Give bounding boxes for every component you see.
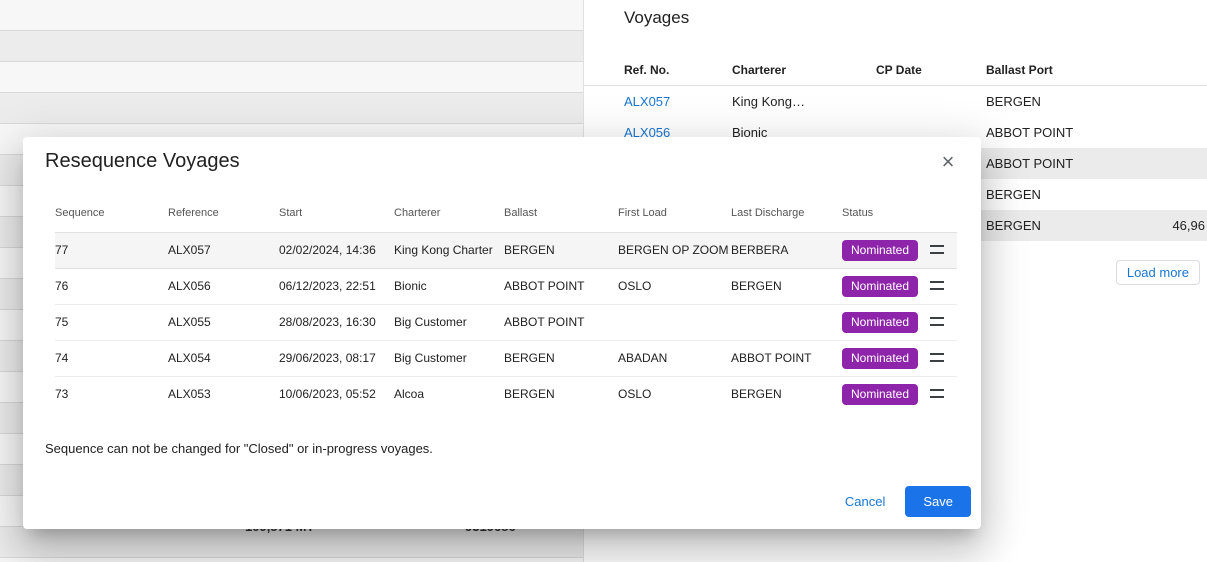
cell-start: 28/08/2023, 16:30 [279,304,394,340]
header-charterer: Charterer [394,194,504,232]
header-charterer: Charterer [732,55,786,86]
voyage-ballast-port: BERGEN [986,210,1041,241]
voyage-ballast-port: BERGEN [986,86,1041,117]
header-ballast-port: Ballast Port [986,55,1053,86]
resequence-header-row: Sequence Reference Start Charterer Balla… [55,194,957,232]
drag-handle-icon[interactable] [930,281,944,290]
voyage-quantity: 46,96 [1172,210,1205,241]
voyage-ref-link[interactable]: ALX057 [624,86,670,117]
header-last-discharge: Last Discharge [731,194,842,232]
header-status: Status [842,194,930,232]
resequence-row[interactable]: 74 ALX054 29/06/2023, 08:17 Big Customer… [55,340,957,376]
voyage-ballast-port: ABBOT POINT [986,148,1073,179]
status-badge: Nominated [842,312,918,333]
cell-first-load: OSLO [618,268,731,304]
cell-last-discharge: BERBERA [731,232,842,268]
cell-sequence: 73 [55,376,168,412]
resequence-row[interactable]: 73 ALX053 10/06/2023, 05:52 Alcoa BERGEN… [55,376,957,412]
drag-handle-icon[interactable] [930,389,944,398]
header-ref-no: Ref. No. [624,55,669,86]
cell-reference: ALX057 [168,232,279,268]
cell-first-load [618,304,731,340]
cell-last-discharge [731,304,842,340]
cell-sequence: 77 [55,232,168,268]
cell-charterer: Big Customer [394,340,504,376]
resequence-voyages-dialog: Resequence Voyages × Sequence Reference … [23,137,981,529]
drag-handle-icon[interactable] [930,353,944,362]
cell-start-link[interactable]: 10/06/2023, 05:52 [279,376,394,412]
cell-ballast: ABBOT POINT [504,304,618,340]
save-button[interactable]: Save [905,486,971,517]
voyages-header-row: Ref. No. Charterer CP Date Ballast Port [584,55,1207,86]
cell-reference: ALX056 [168,268,279,304]
header-start: Start [279,194,394,232]
cell-last-discharge: BERGEN [731,376,842,412]
cell-sequence: 76 [55,268,168,304]
cell-first-load: ABADAN [618,340,731,376]
cell-charterer: Alcoa [394,376,504,412]
header-cp-date: CP Date [876,55,922,86]
header-drag [930,194,957,232]
cancel-button[interactable]: Cancel [833,487,897,516]
drag-handle-icon[interactable] [930,317,944,326]
cell-charterer: Bionic [394,268,504,304]
voyage-ballast-port: BERGEN [986,179,1041,210]
status-badge: Nominated [842,240,918,261]
cell-last-discharge: BERGEN [731,268,842,304]
close-icon[interactable]: × [933,147,963,177]
cell-ballast: BERGEN [504,340,618,376]
voyage-charterer: King Kong… [732,86,805,117]
status-badge: Nominated [842,384,918,405]
header-sequence: Sequence [55,194,168,232]
resequence-row[interactable]: 76 ALX056 06/12/2023, 22:51 Bionic ABBOT… [55,268,957,304]
cell-start: 02/02/2024, 14:36 [279,232,394,268]
voyage-ballast-port: ABBOT POINT [986,117,1073,148]
cell-charterer: Big Customer [394,304,504,340]
cell-charterer: King Kong Charter [394,232,504,268]
cell-first-load: OSLO [618,376,731,412]
cell-sequence: 74 [55,340,168,376]
status-badge: Nominated [842,276,918,297]
status-badge: Nominated [842,348,918,369]
sequence-note: Sequence can not be changed for "Closed"… [45,441,433,456]
dialog-footer: Cancel Save [833,486,971,517]
cell-ballast: BERGEN [504,232,618,268]
header-ballast: Ballast [504,194,618,232]
cell-ballast: BERGEN [504,376,618,412]
voyage-row[interactable]: ALX057 King Kong… BERGEN [584,86,1207,117]
header-first-load: First Load [618,194,731,232]
cell-reference: ALX053 [168,376,279,412]
load-more-button[interactable]: Load more [1116,260,1200,285]
voyages-panel-title: Voyages [624,8,689,28]
cell-sequence: 75 [55,304,168,340]
cell-first-load: BERGEN OP ZOOM [618,232,731,268]
header-reference: Reference [168,194,279,232]
cell-reference: ALX054 [168,340,279,376]
resequence-table: Sequence Reference Start Charterer Balla… [55,194,957,412]
cell-start: 06/12/2023, 22:51 [279,268,394,304]
cell-ballast: ABBOT POINT [504,268,618,304]
resequence-row[interactable]: 75 ALX055 28/08/2023, 16:30 Big Customer… [55,304,957,340]
cell-reference: ALX055 [168,304,279,340]
cell-last-discharge: ABBOT POINT [731,340,842,376]
dialog-title: Resequence Voyages [45,150,240,173]
cell-start: 29/06/2023, 08:17 [279,340,394,376]
drag-handle-icon[interactable] [930,245,944,254]
resequence-row[interactable]: 77 ALX057 02/02/2024, 14:36 King Kong Ch… [55,232,957,268]
